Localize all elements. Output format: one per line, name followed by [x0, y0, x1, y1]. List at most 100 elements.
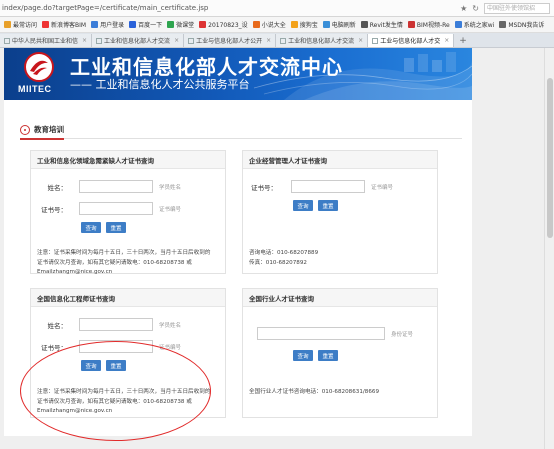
bookmark-item[interactable]: 新浪博客BIM	[42, 20, 86, 29]
browser-search-input[interactable]: 中国驻外使领馆招	[484, 2, 550, 14]
name-hint: 学员姓名	[159, 184, 182, 191]
cert-input[interactable]	[79, 202, 153, 215]
bookmark-label: 系统之家wi	[463, 22, 495, 29]
cert-hint: 证书编号	[371, 184, 394, 191]
refresh-icon[interactable]: ↻	[472, 4, 479, 13]
fax-text: 传真：010-68207892	[249, 259, 307, 266]
phone-text: 全国行业人才证书咨询电话：010-68208631/8669	[249, 389, 380, 395]
close-icon[interactable]: ×	[444, 37, 449, 44]
bookmark-item[interactable]: BIM视频-Re	[407, 20, 450, 29]
logo-text: MIITEC	[18, 84, 52, 94]
banner-subtitle: —— 工业和信息化人才公共服务平台	[70, 78, 250, 91]
bookmark-item[interactable]: 20170823_设	[199, 20, 248, 29]
name-input[interactable]	[79, 318, 153, 331]
bookmark-icon	[91, 21, 99, 28]
bookmark-label: 新浪博客BIM	[51, 22, 87, 29]
scrollbar-thumb[interactable]	[547, 78, 553, 238]
page-icon	[188, 37, 195, 44]
bookmark-icon	[4, 21, 11, 28]
page-icon	[4, 37, 10, 44]
address-bar[interactable]: index/page.do?targetPage=/certificate/ma…	[0, 0, 554, 17]
section-underline	[20, 138, 64, 140]
cert-input[interactable]	[79, 340, 153, 353]
name-label: 姓名：	[47, 321, 68, 330]
phone-text: 咨询电话：010-68207889	[249, 250, 319, 256]
bookmark-label: 搜狗宝	[299, 22, 318, 29]
query-button[interactable]: 查询	[293, 200, 313, 211]
bookmark-icon	[290, 21, 298, 28]
bookmark-icon	[129, 21, 137, 28]
close-icon[interactable]: ×	[266, 37, 271, 44]
bookmark-label: 最常访问	[13, 22, 38, 29]
bookmark-item[interactable]: 微课堂	[167, 20, 194, 29]
page-icon	[96, 37, 103, 44]
note-line: 证书请仅次月查询，如有其它疑问请致电：010-68208738 或	[37, 259, 192, 266]
tab-strip: 中华人民共和国工业和信 × 工业和信息化部人才交流 × 工业与信息化部人才公开 × 工业和信…	[0, 33, 554, 48]
note-line: 注意：证书采集时间为每月十五日，三十日两次，当月十五日后收到的	[37, 250, 211, 256]
name-input[interactable]	[79, 180, 153, 193]
bookmark-item[interactable]: 小说大全	[252, 20, 286, 29]
page-scrollbar[interactable]	[544, 48, 554, 449]
bookmark-item[interactable]: 最常访问	[4, 20, 37, 29]
url-text[interactable]: index/page.do?targetPage=/certificate/ma…	[0, 4, 460, 12]
card-emergency-talent: 工业和信息化领域急需紧缺人才证书查询 姓名： 学员姓名 证书号： 证书编号 查询…	[30, 150, 226, 275]
browser-tab[interactable]: 中华人民共和国工业和信 ×	[0, 34, 93, 47]
browser-tab[interactable]: 工业与信息化部人才公开 ×	[184, 34, 277, 47]
site-banner: MIITEC 工业和信息化部人才交流中心 —— 工业和信息化人才公共服务平台	[4, 48, 472, 100]
name-hint: 学员姓名	[159, 322, 182, 329]
card-enterprise-talent: 企业经营管理人才证书查询 证书号： 证书编号 查询 重置 咨询电话：010-68…	[242, 150, 438, 274]
bookmark-item[interactable]: MSDN我告诉	[499, 20, 544, 29]
bookmark-item[interactable]: 搜狗宝	[290, 20, 318, 29]
browser-tab[interactable]: 工业和信息化部人才交流 ×	[92, 34, 185, 47]
section-bullet-icon	[20, 124, 30, 135]
id-number-input[interactable]	[257, 327, 385, 340]
bookmark-label: 百度一下	[138, 22, 163, 29]
card-title: 全国信息化工程师证书查询	[31, 289, 225, 307]
bookmark-label: 小说大全	[261, 22, 286, 29]
tab-label: 工业与信息化部人才交	[380, 38, 441, 45]
browser-tab[interactable]: 工业和信息化部人才交流 ×	[276, 34, 369, 47]
bookmark-item[interactable]: 系统之家wi	[454, 20, 495, 29]
reset-button[interactable]: 重置	[106, 222, 126, 233]
reset-button[interactable]: 重置	[318, 350, 338, 361]
section-title: 教育培训	[34, 125, 64, 134]
bookmark-icon	[360, 21, 368, 28]
reset-button[interactable]: 重置	[318, 200, 338, 211]
note-email: Emailzhangm@nice.gov.cn	[37, 269, 113, 275]
card-informatization-engineer: 全国信息化工程师证书查询 姓名： 学员姓名 证书号： 证书编号 查询 重置 注意…	[30, 288, 226, 418]
page-icon	[372, 37, 379, 44]
bookmark-star-icon[interactable]: ★	[460, 4, 467, 13]
bookmark-icon	[252, 21, 260, 28]
bookmark-icon	[322, 21, 330, 28]
bookmark-label: 用户登录	[100, 22, 125, 29]
cert-hint: 证书编号	[159, 344, 182, 351]
note-email: Emailzhangm@nice.gov.cn	[37, 408, 113, 414]
note-line: 证书请仅次月查询，如有其它疑问请致电：010-68208738 或	[37, 398, 192, 405]
bookmarks-bar: 最常访问 新浪博客BIM 用户登录 百度一下 微课堂 20170823_设 小说大全 搜狗宝 电…	[0, 17, 554, 33]
name-label: 姓名：	[47, 183, 68, 192]
bookmark-item[interactable]: 电脑刷新	[322, 20, 356, 29]
close-icon[interactable]: ×	[82, 37, 87, 44]
card-title: 工业和信息化领域急需紧缺人才证书查询	[31, 151, 225, 169]
card-title: 企业经营管理人才证书查询	[243, 151, 437, 169]
bookmark-icon	[42, 21, 50, 28]
bookmark-item[interactable]: 百度一下	[129, 20, 162, 29]
tab-label: 工业和信息化部人才交流	[288, 38, 355, 45]
bookmark-item[interactable]: Revit发生情	[360, 20, 403, 29]
new-tab-icon[interactable]: +	[454, 34, 472, 47]
card-industry-talent: 全国行业人才证书查询 身份证号 查询 重置 全国行业人才证书咨询电话：010-6…	[242, 288, 438, 418]
bookmark-label: 20170823_设	[208, 22, 248, 29]
bookmark-label: 微课堂	[176, 22, 195, 29]
query-button[interactable]: 查询	[81, 360, 101, 371]
close-icon[interactable]: ×	[174, 37, 179, 44]
query-button[interactable]: 查询	[293, 350, 313, 361]
bookmark-icon	[199, 21, 207, 28]
query-button[interactable]: 查询	[81, 222, 101, 233]
browser-tab[interactable]: 工业与信息化部人才交 ×	[368, 34, 455, 47]
cert-label: 证书号：	[41, 343, 67, 352]
reset-button[interactable]: 重置	[106, 360, 126, 371]
bookmark-item[interactable]: 用户登录	[91, 20, 124, 29]
miitec-logo-icon	[24, 52, 54, 82]
cert-input[interactable]	[291, 180, 365, 193]
close-icon[interactable]: ×	[358, 37, 363, 44]
